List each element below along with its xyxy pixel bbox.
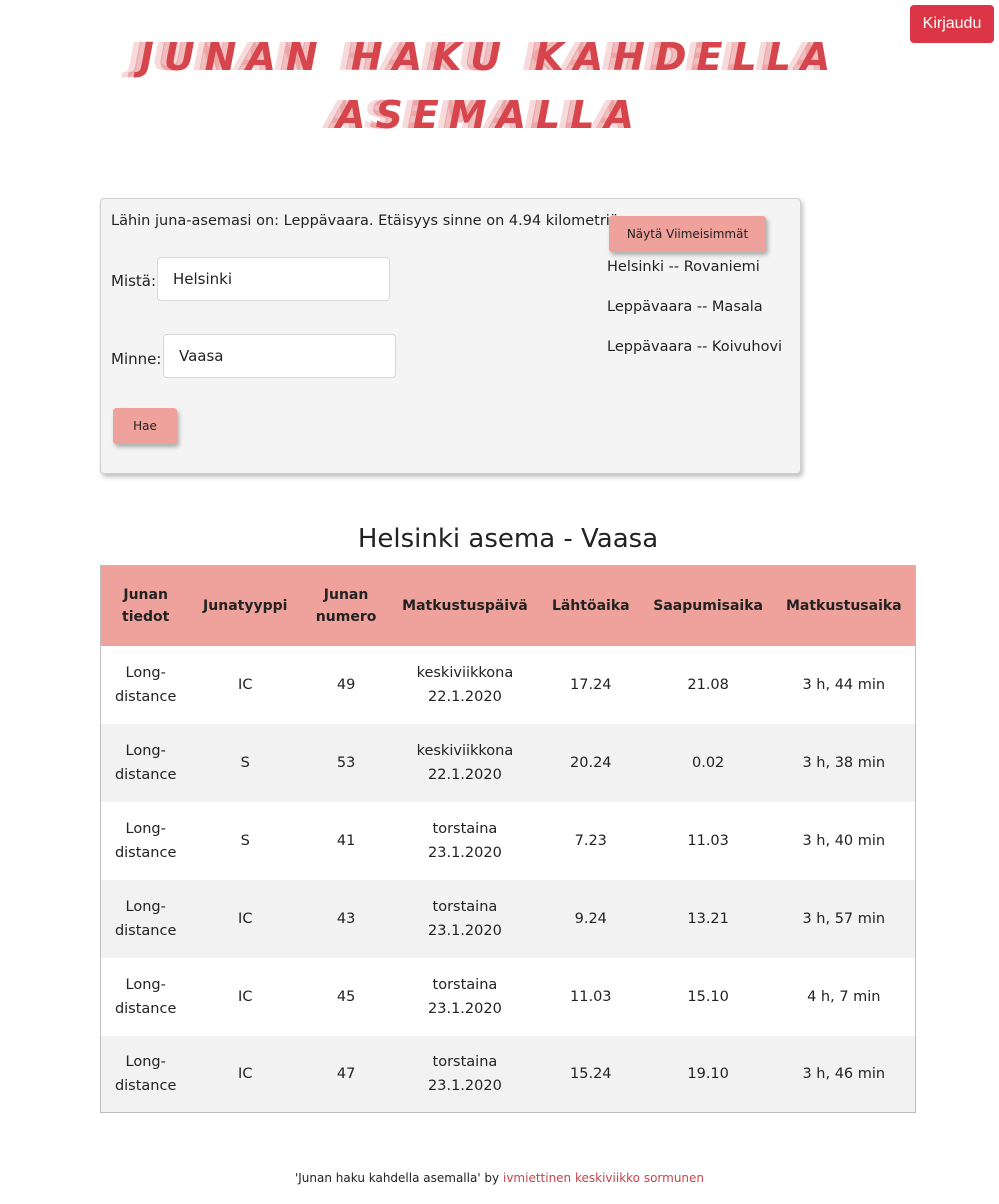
table-cell: IC: [190, 1035, 301, 1113]
table-cell: 3 h, 46 min: [772, 1035, 916, 1113]
column-header: Lähtöaika: [537, 565, 644, 646]
table-cell: 21.08: [643, 645, 773, 724]
table-cell: 3 h, 40 min: [772, 801, 916, 880]
table-row: Long-distance IC 45 torstaina 23.1.2020 …: [100, 957, 916, 1036]
footer-author-link[interactable]: ivmiettinen keskiviikko sormunen: [503, 1171, 704, 1185]
from-input[interactable]: [157, 257, 390, 301]
table-cell: keskiviikkona 22.1.2020: [391, 723, 538, 802]
page-title: Junan haku kahdella asemalla: [120, 28, 860, 144]
table-row: Long-distance S 41 torstaina 23.1.2020 7…: [100, 801, 916, 880]
table-cell: 19.10: [643, 1035, 773, 1113]
table-cell: IC: [190, 957, 301, 1036]
table-cell: S: [190, 801, 301, 880]
recent-searches-list: Helsinki -- Rovaniemi Leppävaara -- Masa…: [607, 259, 782, 379]
table-row: Long-distance IC 49 keskiviikkona 22.1.2…: [100, 645, 916, 724]
table-row: Long-distance IC 43 torstaina 23.1.2020 …: [100, 879, 916, 958]
table-cell: torstaina 23.1.2020: [391, 879, 538, 958]
recent-search-item[interactable]: Leppävaara -- Masala: [607, 299, 782, 339]
table-cell: 3 h, 57 min: [772, 879, 916, 958]
table-cell: 47: [300, 1035, 392, 1113]
results-title: Helsinki asema - Vaasa: [357, 524, 659, 554]
recent-search-item[interactable]: Leppävaara -- Koivuhovi: [607, 339, 782, 379]
search-button[interactable]: Hae: [113, 408, 177, 444]
table-cell: 13.21: [643, 879, 773, 958]
table-cell: 45: [300, 957, 392, 1036]
table-cell: Long-distance: [100, 723, 191, 802]
table-cell: torstaina 23.1.2020: [391, 801, 538, 880]
table-cell: Long-distance: [100, 645, 191, 724]
search-panel: Lähin juna-asemasi on: Leppävaara. Etäis…: [100, 198, 801, 474]
table-cell: 41: [300, 801, 392, 880]
table-cell: 43: [300, 879, 392, 958]
to-label: Minne:: [111, 350, 162, 368]
table-cell: 17.24: [537, 645, 644, 724]
table-cell: 9.24: [537, 879, 644, 958]
table-cell: torstaina 23.1.2020: [391, 1035, 538, 1113]
table-cell: IC: [190, 879, 301, 958]
column-header: Junan tiedot: [100, 565, 191, 646]
table-cell: 3 h, 38 min: [772, 723, 916, 802]
column-header: Saapumisaika: [643, 565, 773, 646]
table-cell: 20.24: [537, 723, 644, 802]
table-cell: 49: [300, 645, 392, 724]
table-cell: 11.03: [537, 957, 644, 1036]
column-header: Junatyyppi: [190, 565, 301, 646]
table-row: Long-distance S 53 keskiviikkona 22.1.20…: [100, 723, 916, 802]
table-header-row: Junan tiedot Junatyyppi Junan numero Mat…: [100, 565, 916, 646]
login-button[interactable]: Kirjaudu: [910, 5, 994, 43]
table-cell: 53: [300, 723, 392, 802]
table-cell: 11.03: [643, 801, 773, 880]
page-title-line-1: Junan haku kahdella: [139, 35, 841, 79]
column-header: Matkustuspäivä: [391, 565, 538, 646]
table-cell: 0.02: [643, 723, 773, 802]
table-cell: S: [190, 723, 301, 802]
table-cell: keskiviikkona 22.1.2020: [391, 645, 538, 724]
to-input[interactable]: [163, 334, 396, 378]
table-row: Long-distance IC 47 torstaina 23.1.2020 …: [100, 1035, 916, 1113]
results-table: Junan tiedot Junatyyppi Junan numero Mat…: [100, 565, 916, 1113]
column-header: Matkustusaika: [772, 565, 916, 646]
show-recent-button[interactable]: Näytä Viimeisimmät: [609, 216, 766, 252]
table-cell: Long-distance: [100, 957, 191, 1036]
footer-text: 'Junan haku kahdella asemalla' by: [294, 1171, 500, 1185]
table-cell: 4 h, 7 min: [772, 957, 916, 1036]
table-cell: 7.23: [537, 801, 644, 880]
table-cell: 3 h, 44 min: [772, 645, 916, 724]
page-title-line-2: asemalla: [336, 93, 644, 137]
nearest-station-text: Lähin juna-asemasi on: Leppävaara. Etäis…: [111, 213, 624, 229]
table-cell: Long-distance: [100, 801, 191, 880]
column-header: Junan numero: [300, 565, 392, 646]
table-cell: torstaina 23.1.2020: [391, 957, 538, 1036]
table-cell: 15.10: [643, 957, 773, 1036]
table-cell: Long-distance: [100, 1035, 191, 1113]
table-cell: Long-distance: [100, 879, 191, 958]
from-label: Mistä:: [111, 272, 157, 290]
recent-search-item[interactable]: Helsinki -- Rovaniemi: [607, 259, 782, 299]
table-cell: 15.24: [537, 1035, 644, 1113]
footer: 'Junan haku kahdella asemalla' by ivmiet…: [0, 1171, 999, 1185]
table-cell: IC: [190, 645, 301, 724]
